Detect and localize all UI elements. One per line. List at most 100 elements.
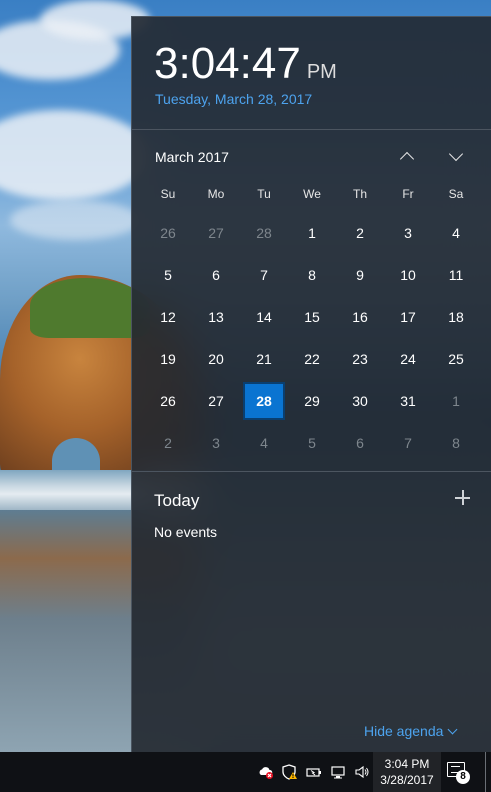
calendar-day[interactable]: 15 (288, 296, 336, 338)
calendar-day[interactable]: 28 (240, 212, 288, 254)
calendar-day-number: 26 (160, 393, 176, 409)
calendar-day[interactable]: 3 (192, 422, 240, 464)
calendar-day-number: 25 (448, 351, 464, 367)
hide-agenda-button[interactable]: Hide agenda (364, 723, 458, 739)
calendar-day[interactable]: 13 (192, 296, 240, 338)
calendar-day[interactable]: 7 (240, 254, 288, 296)
calendar-day[interactable]: 9 (336, 254, 384, 296)
taskbar: 3:04 PM 3/28/2017 8 (0, 752, 491, 792)
calendar-day[interactable]: 27 (192, 380, 240, 422)
calendar-day-number: 6 (212, 267, 220, 283)
notification-count-badge: 8 (456, 770, 470, 784)
defender-warning-icon[interactable] (282, 764, 298, 780)
taskbar-date: 3/28/2017 (380, 773, 434, 787)
calendar-day[interactable]: 19 (144, 338, 192, 380)
clock-calendar-flyout: 3:04:47 PM Tuesday, March 28, 2017 March … (131, 16, 491, 752)
calendar-day-number: 23 (352, 351, 368, 367)
calendar-day-number: 30 (352, 393, 368, 409)
calendar-day[interactable]: 8 (288, 254, 336, 296)
previous-month-button[interactable] (395, 145, 419, 167)
calendar-day-number: 13 (208, 309, 224, 325)
calendar-day[interactable]: 5 (288, 422, 336, 464)
calendar-day-number: 2 (164, 435, 172, 451)
calendar-day[interactable]: 20 (192, 338, 240, 380)
divider (132, 471, 491, 472)
calendar-day[interactable]: 29 (288, 380, 336, 422)
calendar-day-number: 9 (356, 267, 364, 283)
calendar-day[interactable]: 17 (384, 296, 432, 338)
network-icon[interactable] (330, 764, 346, 780)
calendar-day-number: 8 (308, 267, 316, 283)
day-of-week-label: Th (352, 187, 367, 201)
clock-time: 3:04:47 PM (154, 39, 337, 89)
cloud (0, 110, 150, 200)
chevron-down-icon (448, 146, 464, 161)
calendar-day[interactable]: 23 (336, 338, 384, 380)
calendar-day[interactable]: 30 (336, 380, 384, 422)
calendar-day-number: 7 (260, 267, 268, 283)
calendar-day[interactable]: 26 (144, 212, 192, 254)
calendar-day-number: 14 (256, 309, 272, 325)
calendar-day-number: 31 (400, 393, 416, 409)
calendar-day[interactable]: 25 (432, 338, 480, 380)
calendar-day[interactable]: 7 (384, 422, 432, 464)
calendar-day[interactable]: 18 (432, 296, 480, 338)
calendar-day[interactable]: 24 (384, 338, 432, 380)
calendar-day[interactable]: 8 (432, 422, 480, 464)
month-label[interactable]: March 2017 (155, 149, 229, 165)
calendar-day-number: 27 (208, 393, 224, 409)
calendar-day[interactable]: 22 (288, 338, 336, 380)
calendar-day-number: 3 (212, 435, 220, 451)
calendar-day-number: 6 (356, 435, 364, 451)
calendar-day[interactable]: 1 (288, 212, 336, 254)
calendar-day[interactable]: 10 (384, 254, 432, 296)
calendar-day[interactable]: 1 (432, 380, 480, 422)
calendar-day[interactable]: 2 (336, 212, 384, 254)
calendar-day-number: 1 (452, 393, 460, 409)
day-of-week-label: Mo (207, 187, 225, 201)
calendar-day[interactable]: 21 (240, 338, 288, 380)
add-event-button[interactable] (452, 487, 474, 509)
show-desktop-button[interactable] (485, 752, 486, 792)
clock-ampm: PM (306, 61, 337, 83)
calendar-day[interactable]: 4 (240, 422, 288, 464)
calendar-day[interactable]: 2 (144, 422, 192, 464)
action-center-button[interactable]: 8 (447, 762, 470, 784)
day-of-week-label: Sa (448, 187, 464, 201)
calendar-day-number: 21 (256, 351, 272, 367)
calendar-day-number: 15 (304, 309, 320, 325)
calendar-day[interactable]: 5 (144, 254, 192, 296)
calendar-day-number: 18 (448, 309, 464, 325)
calendar-day[interactable]: 6 (336, 422, 384, 464)
calendar-day[interactable]: 6 (192, 254, 240, 296)
calendar-day-number: 5 (164, 267, 172, 283)
calendar-day-number: 17 (400, 309, 416, 325)
calendar-day-number: 11 (448, 267, 464, 283)
calendar-day[interactable]: 3 (384, 212, 432, 254)
calendar-day[interactable]: 31 (384, 380, 432, 422)
calendar-day[interactable]: 27 (192, 212, 240, 254)
calendar-day[interactable]: 12 (144, 296, 192, 338)
calendar-day[interactable]: 16 (336, 296, 384, 338)
calendar-day-number: 8 (452, 435, 460, 451)
next-month-button[interactable] (444, 145, 468, 167)
date-link[interactable]: Tuesday, March 28, 2017 (155, 91, 312, 107)
day-of-week-label: Fr (402, 187, 414, 201)
calendar-day[interactable]: 4 (432, 212, 480, 254)
calendar-day[interactable]: 14 (240, 296, 288, 338)
calendar-day-number: 16 (352, 309, 368, 325)
calendar-day-today[interactable]: 28 (240, 380, 288, 422)
calendar-day-number: 28 (256, 225, 272, 241)
battery-icon[interactable] (306, 764, 322, 780)
onedrive-error-icon[interactable] (258, 764, 274, 780)
calendar-day-number: 27 (208, 225, 224, 241)
volume-icon[interactable] (354, 764, 370, 780)
calendar-grid: 26 27 28 1 2 3 4 5 6 7 8 9 10 11 12 13 14 15 16 17 18 19 20 21 2… (144, 212, 480, 464)
calendar-day[interactable]: 26 (144, 380, 192, 422)
taskbar-clock[interactable]: 3:04 PM 3/28/2017 (374, 756, 440, 788)
calendar-day-number: 4 (260, 435, 268, 451)
calendar-day[interactable]: 11 (432, 254, 480, 296)
calendar-day-number: 20 (208, 351, 224, 367)
calendar-day-number: 7 (404, 435, 412, 451)
hide-agenda-label: Hide agenda (364, 723, 444, 739)
